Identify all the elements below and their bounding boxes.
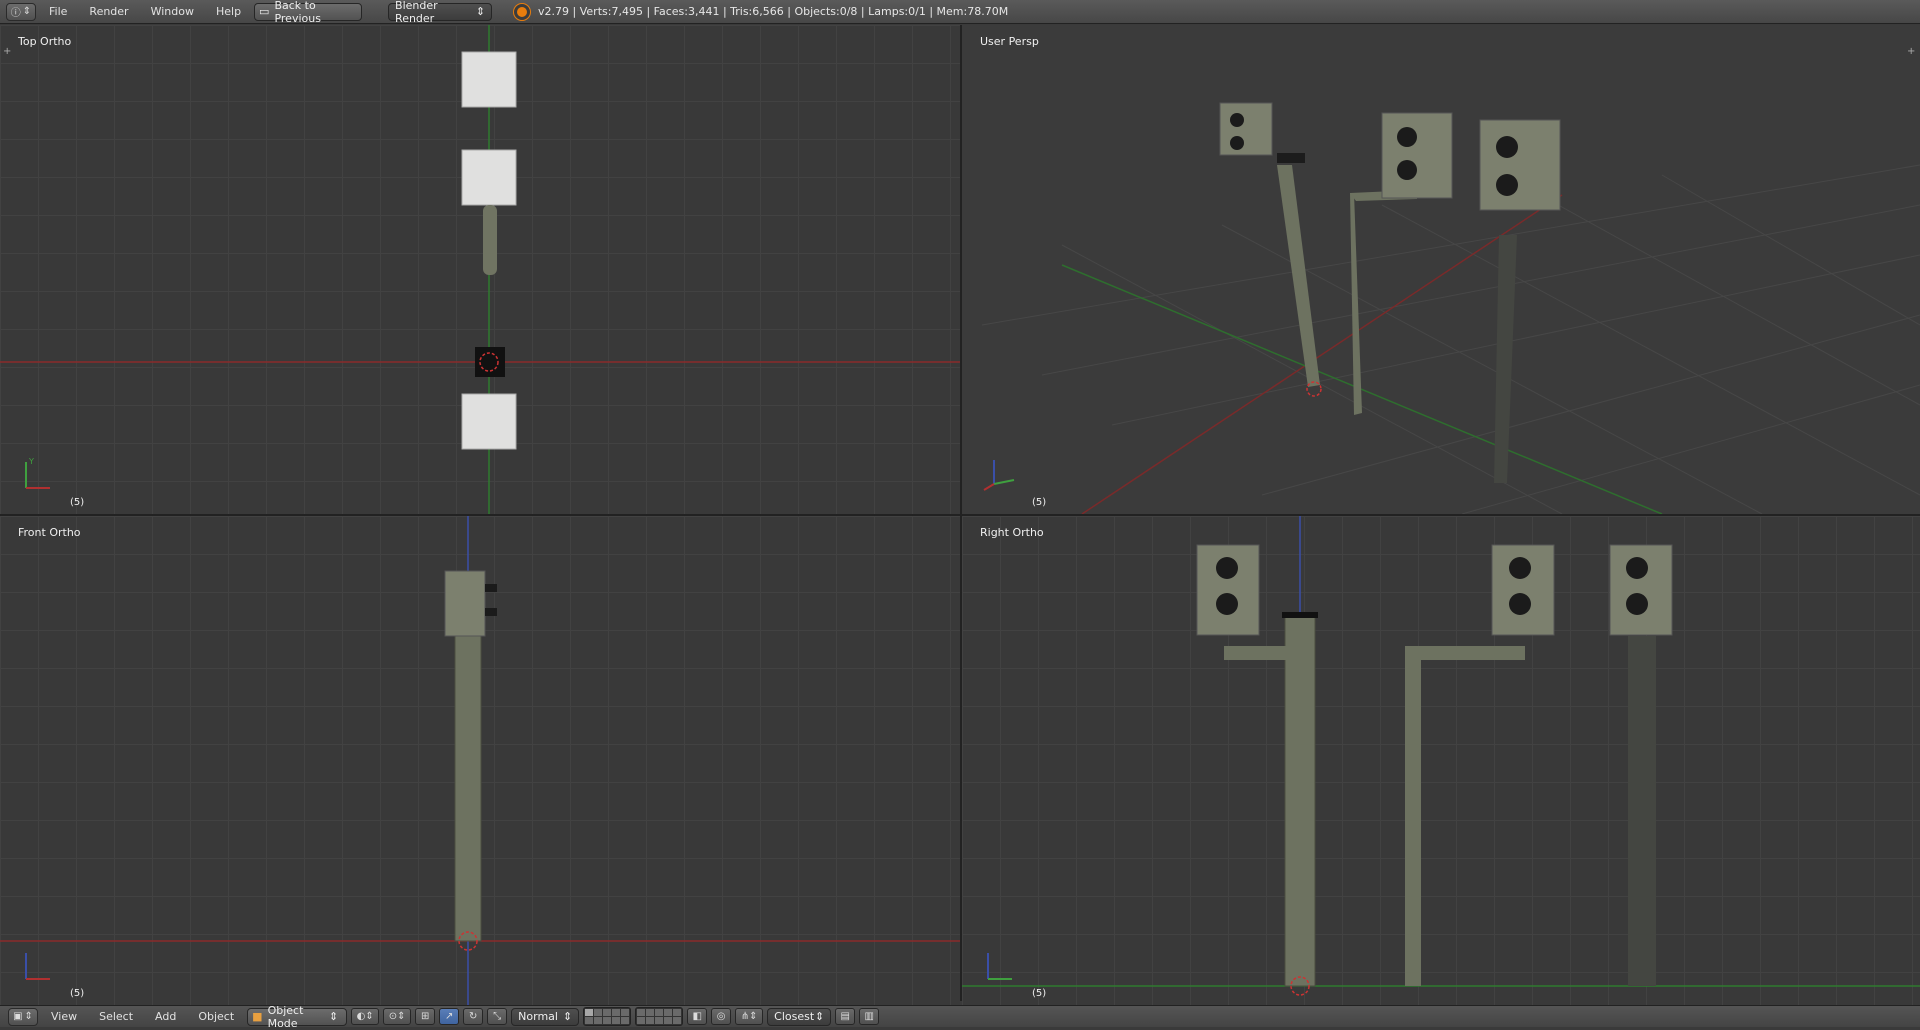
screen-icon: ▭ — [259, 5, 270, 18]
scene-statistics: v2.79 | Verts:7,495 | Faces:3,441 | Tris… — [538, 5, 1009, 18]
chevron-updown-icon: ⇕ — [22, 6, 32, 17]
layers-group-1[interactable] — [583, 1007, 632, 1026]
perspective-grid — [981, 164, 1920, 514]
editor-type-button[interactable]: ⓘ ⇕ — [6, 2, 36, 21]
back-to-previous-label: Back to Previous — [274, 0, 321, 25]
axis-gizmo-icon — [25, 953, 50, 980]
axis-gizmo-icon — [983, 460, 1015, 491]
frame-number: (5) — [1032, 497, 1047, 508]
pole-cap — [1282, 612, 1318, 618]
manipulator-toggle-icon[interactable]: ⊞ — [415, 1008, 436, 1025]
3d-view-header: ▣ ⇕ View Select Add Object ■ Object Mode … — [0, 1004, 1920, 1030]
y-axis-line — [1061, 264, 1663, 514]
snap-icon[interactable]: ⋔⇕ — [735, 1008, 764, 1025]
frame-number: (5) — [70, 988, 85, 999]
pole-2 — [1350, 193, 1362, 415]
info-icon: ⓘ — [10, 8, 21, 19]
scale-manipulator-icon[interactable]: ⤡ — [487, 1008, 508, 1025]
viewport-label: Front Ortho — [18, 526, 81, 539]
cube-view-icon: ▣ — [13, 1011, 23, 1022]
pole-right-3 — [1628, 636, 1656, 986]
chevron-updown-icon: ⇕ — [562, 1010, 573, 1023]
signal-head-front — [444, 570, 497, 637]
pole-front — [454, 630, 482, 942]
viewport-divider[interactable] — [0, 514, 1920, 516]
properties-toggle-icon[interactable]: + — [1907, 47, 1917, 57]
axis-gizmo-icon — [987, 953, 1012, 980]
pole-right-1 — [1284, 615, 1316, 987]
pivot-point-icon[interactable]: ⊙⇕ — [383, 1008, 412, 1025]
render-engine-value: Blender Render — [395, 0, 438, 25]
menu-object[interactable]: Object — [189, 1008, 243, 1025]
back-to-previous-button[interactable]: ▭ Back to Previous — [254, 0, 363, 25]
menu-window[interactable]: Window — [142, 3, 203, 20]
info-header: ⓘ ⇕ File Render Window Help ▭ Back to Pre… — [0, 0, 1920, 25]
viewport-front-ortho[interactable]: Front Ortho (5) — [0, 516, 960, 1005]
translate-manipulator-icon[interactable]: ↗ — [439, 1008, 460, 1025]
chevron-updown-icon: ⇕ — [24, 1011, 33, 1022]
viewport-top-ortho[interactable]: Top Ortho Y (5) — [0, 25, 960, 514]
menu-help[interactable]: Help — [207, 3, 250, 20]
pole-3 — [1494, 235, 1517, 483]
menu-select[interactable]: Select — [90, 1008, 142, 1025]
blender-logo-icon — [514, 3, 531, 20]
cube-icon: ■ — [252, 1010, 263, 1023]
pole-cap-top — [475, 347, 505, 377]
scene-canvas — [981, 102, 1920, 514]
render-animation-icon[interactable]: ▥ — [859, 1008, 880, 1025]
orientation-value: Normal — [518, 1010, 558, 1023]
shading-select-icon[interactable]: ◐⇕ — [351, 1008, 380, 1025]
x-axis-line — [1081, 194, 1563, 514]
snap-target-select[interactable]: Closest ⇕ — [767, 1007, 832, 1026]
signal-head-right-2 — [1491, 544, 1555, 636]
scene-canvas — [0, 516, 960, 1005]
chevron-updown-icon: ⇕ — [328, 1010, 339, 1023]
menu-file[interactable]: File — [40, 3, 76, 20]
menu-render[interactable]: Render — [80, 3, 137, 20]
mode-value: Object Mode — [267, 1003, 304, 1030]
signal-head-right-1 — [1196, 544, 1260, 636]
proportional-edit-icon[interactable]: ◎ — [711, 1008, 732, 1025]
layers-group-2[interactable] — [635, 1007, 684, 1026]
axis-gizmo-icon: Y — [25, 457, 50, 489]
scene-canvas — [0, 25, 960, 514]
pole-top — [483, 205, 497, 275]
render-engine-select[interactable]: Blender Render ⇕ — [388, 0, 493, 25]
frame-number: (5) — [1032, 988, 1047, 999]
signal-head-top — [461, 51, 517, 108]
toolshelf-toggle-icon[interactable]: + — [3, 47, 13, 57]
editor-type-button[interactable]: ▣ ⇕ — [8, 1007, 38, 1026]
mode-select[interactable]: ■ Object Mode ⇕ — [247, 1004, 348, 1030]
signal-head-top — [461, 393, 517, 450]
snap-target-value: Closest — [774, 1010, 815, 1023]
signal-head-3 — [1479, 119, 1561, 211]
svg-text:Y: Y — [28, 457, 34, 466]
viewport-user-persp[interactable]: User Persp (5) — [962, 25, 1920, 514]
viewport-right-ortho[interactable]: Right Ortho (5) — [962, 516, 1920, 1005]
menu-view[interactable]: View — [42, 1008, 86, 1025]
render-still-icon[interactable]: ▤ — [835, 1008, 856, 1025]
viewport-label: User Persp — [980, 35, 1039, 48]
arm-right-2 — [1405, 646, 1525, 660]
pole-cap — [1277, 153, 1305, 163]
chevron-updown-icon: ⇕ — [814, 1010, 825, 1023]
viewport-label: Top Ortho — [18, 35, 72, 48]
menu-add[interactable]: Add — [146, 1008, 185, 1025]
signal-head-2 — [1381, 112, 1453, 199]
lock-layers-icon[interactable]: ◧ — [687, 1008, 708, 1025]
arm-right-1 — [1224, 646, 1286, 660]
orientation-select[interactable]: Normal ⇕ — [511, 1007, 580, 1026]
viewport-divider[interactable] — [960, 25, 962, 1001]
signal-head-1 — [1219, 102, 1273, 156]
pole-right-2 — [1405, 646, 1421, 986]
scene-canvas — [962, 516, 1920, 996]
signal-head-right-3 — [1609, 544, 1673, 636]
viewport-label: Right Ortho — [980, 526, 1044, 539]
signal-head-top — [461, 149, 517, 206]
rotate-manipulator-icon[interactable]: ↻ — [463, 1008, 484, 1025]
pole-1 — [1277, 165, 1320, 387]
frame-number: (5) — [70, 497, 85, 508]
chevron-updown-icon: ⇕ — [475, 5, 486, 18]
